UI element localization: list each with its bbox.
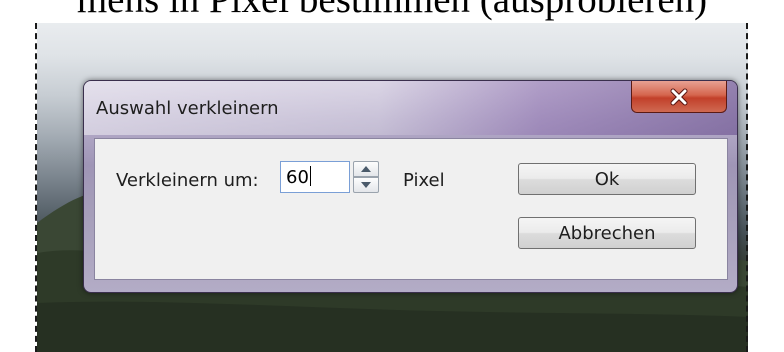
spin-up-button[interactable]: [353, 161, 379, 177]
close-icon: [670, 88, 688, 105]
text-caret: [309, 166, 311, 186]
unit-label: Pixel: [403, 170, 445, 191]
triangle-up-icon: [361, 166, 371, 172]
shrink-by-label: Verkleinern um:: [116, 170, 259, 191]
dialog-client-area: Verkleinern um: 60 Pixel Ok Abbrechen: [94, 138, 728, 280]
triangle-down-icon: [361, 182, 371, 188]
shrink-amount-spinner: [353, 161, 379, 193]
shrink-amount-value: 60: [286, 167, 309, 188]
shrink-selection-dialog: Auswahl verkleinern Verkleinern um: 60 P…: [83, 80, 738, 293]
cancel-button[interactable]: Abbrechen: [518, 217, 696, 249]
close-button[interactable]: [631, 81, 727, 113]
ok-button[interactable]: Ok: [518, 163, 696, 195]
dialog-title: Auswahl verkleinern: [96, 98, 279, 119]
shrink-amount-input[interactable]: 60: [280, 161, 350, 193]
spin-down-button[interactable]: [353, 177, 379, 193]
